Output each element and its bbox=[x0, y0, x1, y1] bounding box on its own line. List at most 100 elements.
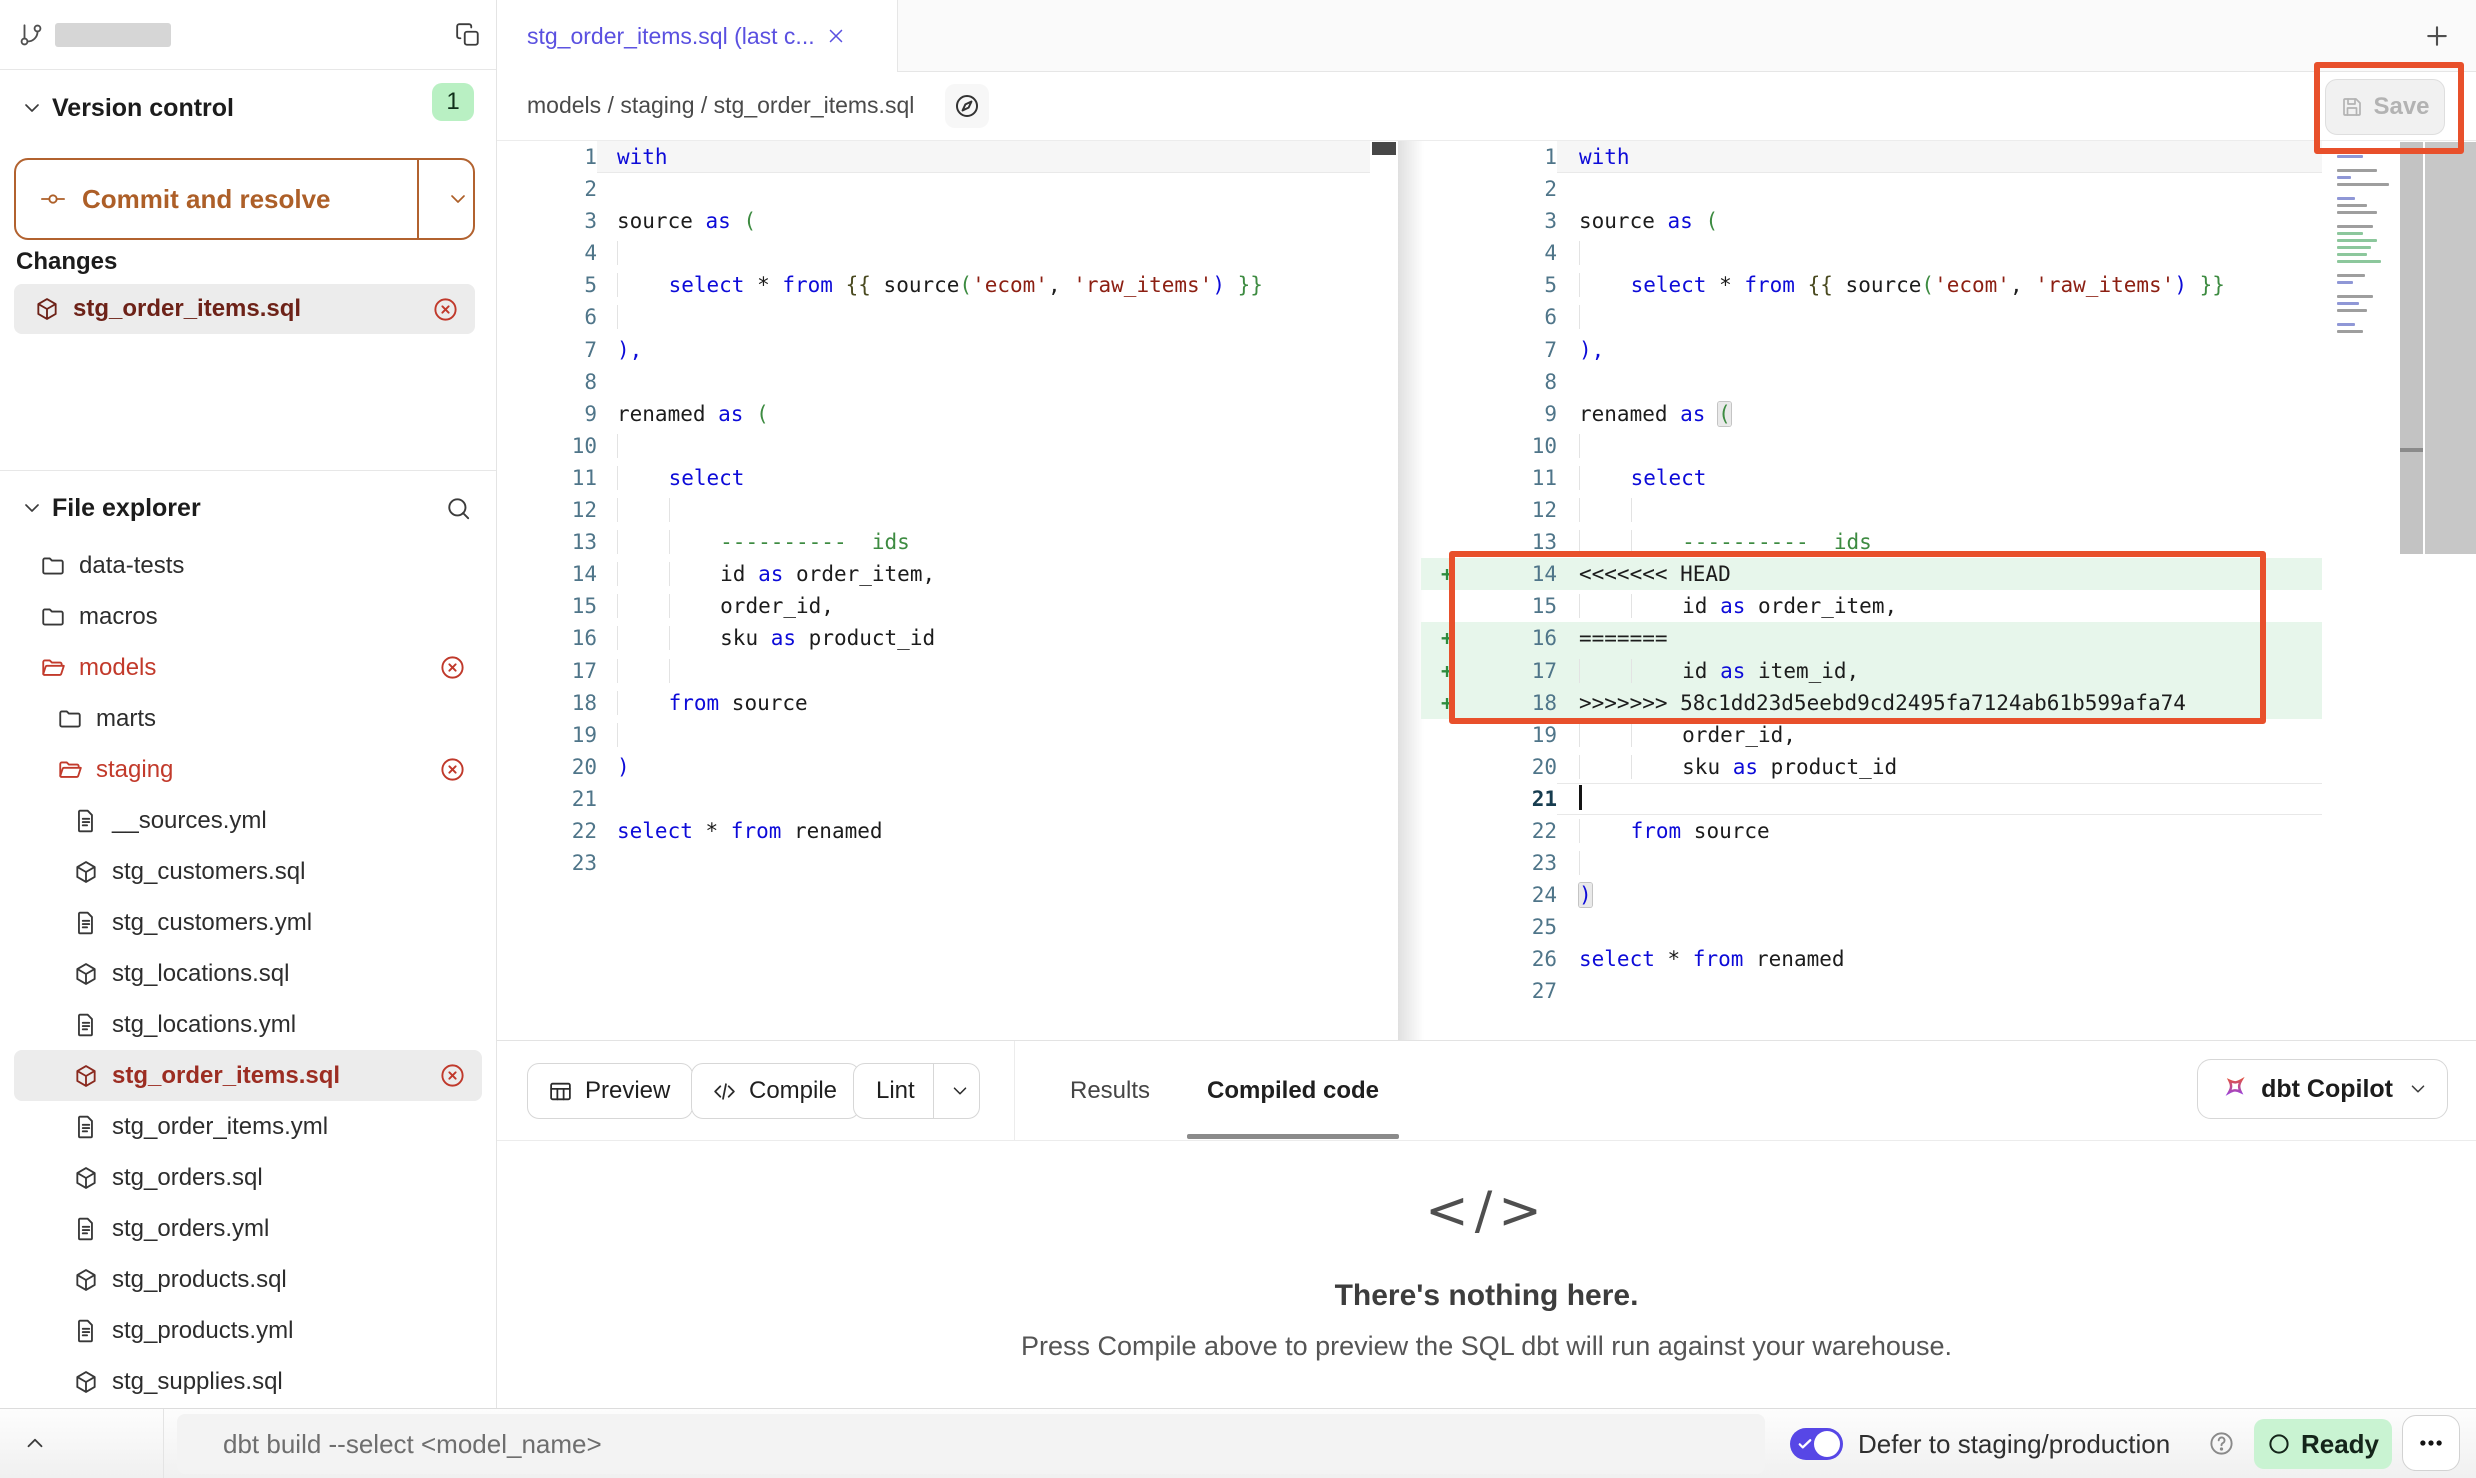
code-line-8[interactable]: 8 bbox=[1421, 366, 2322, 398]
version-control-header[interactable]: Version control 1 bbox=[0, 86, 496, 130]
file-tree-item-stg_customers.sql[interactable]: stg_customers.sql bbox=[14, 846, 482, 897]
file-tree-item-models[interactable]: models bbox=[14, 642, 482, 693]
code-line-16[interactable]: +16======= bbox=[1421, 622, 2322, 654]
discard-change-icon[interactable] bbox=[432, 296, 459, 323]
code-line-2[interactable]: 2 bbox=[1421, 173, 2322, 205]
scrollbar-thumb[interactable] bbox=[1372, 142, 1396, 155]
code-line-3[interactable]: 3source as ( bbox=[497, 205, 1370, 237]
code-line-26[interactable]: 26select * from renamed bbox=[1421, 943, 2322, 975]
more-options-button[interactable] bbox=[2402, 1415, 2460, 1471]
help-icon[interactable] bbox=[2208, 1430, 2235, 1457]
file-tree-item-stg_products.yml[interactable]: stg_products.yml bbox=[14, 1305, 482, 1356]
file-tree-item-stg_locations.yml[interactable]: stg_locations.yml bbox=[14, 999, 482, 1050]
code-line-11[interactable]: 11 select bbox=[1421, 462, 2322, 494]
dbt-copilot-button[interactable]: dbt Copilot bbox=[2197, 1059, 2448, 1119]
chevron-up-icon[interactable] bbox=[22, 1430, 48, 1456]
code-line-14[interactable]: +14<<<<<<< HEAD bbox=[1421, 558, 2322, 590]
code-line-4[interactable]: 4 bbox=[497, 237, 1370, 269]
code-line-4[interactable]: 4 bbox=[1421, 237, 2322, 269]
file-explorer-header[interactable]: File explorer bbox=[0, 486, 496, 530]
scrollbar-track[interactable] bbox=[2400, 142, 2423, 554]
code-line-24[interactable]: 24) bbox=[1421, 879, 2322, 911]
file-tree-item-staging[interactable]: staging bbox=[14, 744, 482, 795]
code-line-27[interactable]: 27 bbox=[1421, 975, 2322, 1007]
file-tree-item-stg_locations.sql[interactable]: stg_locations.sql bbox=[14, 948, 482, 999]
defer-toggle[interactable] bbox=[1790, 1428, 1843, 1460]
code-line-8[interactable]: 8 bbox=[497, 366, 1370, 398]
save-button[interactable]: Save bbox=[2325, 79, 2445, 135]
tab-stg-order-items[interactable]: stg_order_items.sql (last c... bbox=[497, 0, 898, 72]
code-line-11[interactable]: 11 select bbox=[497, 462, 1370, 494]
discard-change-icon[interactable] bbox=[439, 1062, 466, 1089]
file-tree-item-stg_order_items.sql[interactable]: stg_order_items.sql bbox=[14, 1050, 482, 1101]
code-line-14[interactable]: 14 id as order_item, bbox=[497, 558, 1370, 590]
changed-file-row[interactable]: stg_order_items.sql bbox=[14, 284, 475, 334]
command-input[interactable] bbox=[177, 1414, 1765, 1474]
code-line-13[interactable]: 13 ---------- ids bbox=[497, 526, 1370, 558]
code-line-9[interactable]: 9renamed as ( bbox=[497, 398, 1370, 430]
file-tree-item-stg_products.sql[interactable]: stg_products.sql bbox=[14, 1254, 482, 1305]
lint-options-dropdown[interactable] bbox=[933, 1064, 979, 1118]
code-line-20[interactable]: 20 sku as product_id bbox=[1421, 751, 2322, 783]
file-tree-item-macros[interactable]: macros bbox=[14, 591, 482, 642]
code-line-2[interactable]: 2 bbox=[497, 173, 1370, 205]
code-line-1[interactable]: 1with bbox=[497, 141, 1370, 173]
code-line-1[interactable]: 1with bbox=[1421, 141, 2322, 173]
code-line-23[interactable]: 23 bbox=[497, 847, 1370, 879]
code-line-15[interactable]: 15 id as order_item, bbox=[1421, 590, 2322, 622]
commit-and-resolve-button[interactable]: Commit and resolve bbox=[14, 158, 475, 240]
chevron-down-icon[interactable] bbox=[20, 96, 44, 120]
chevron-down-icon[interactable] bbox=[20, 496, 44, 520]
code-line-7[interactable]: 7), bbox=[497, 334, 1370, 366]
file-tree-item-stg_supplies.sql[interactable]: stg_supplies.sql bbox=[14, 1356, 482, 1407]
code-line-12[interactable]: 12 bbox=[1421, 494, 2322, 526]
search-icon[interactable] bbox=[445, 495, 472, 522]
code-line-20[interactable]: 20) bbox=[497, 751, 1370, 783]
code-line-22[interactable]: 22 from source bbox=[1421, 815, 2322, 847]
close-icon[interactable] bbox=[825, 25, 847, 47]
code-line-16[interactable]: 16 sku as product_id bbox=[497, 622, 1370, 654]
lint-button[interactable]: Lint bbox=[853, 1063, 980, 1119]
tab-compiled-code[interactable]: Compiled code bbox=[1187, 1041, 1399, 1141]
code-line-17[interactable]: 17 bbox=[497, 655, 1370, 687]
discard-change-icon[interactable] bbox=[439, 756, 466, 783]
file-tree-item-stg_order_items.yml[interactable]: stg_order_items.yml bbox=[14, 1101, 482, 1152]
commit-options-dropdown[interactable] bbox=[417, 160, 473, 238]
code-line-3[interactable]: 3source as ( bbox=[1421, 205, 2322, 237]
code-line-12[interactable]: 12 bbox=[497, 494, 1370, 526]
code-line-9[interactable]: 9renamed as ( bbox=[1421, 398, 2322, 430]
file-tree-item-stg_customers.yml[interactable]: stg_customers.yml bbox=[14, 897, 482, 948]
code-line-6[interactable]: 6 bbox=[1421, 301, 2322, 333]
code-line-25[interactable]: 25 bbox=[1421, 911, 2322, 943]
file-tree-item-data-tests[interactable]: data-tests bbox=[14, 540, 482, 591]
code-line-10[interactable]: 10 bbox=[497, 430, 1370, 462]
code-line-18[interactable]: +18>>>>>>> 58c1dd23d5eebd9cd2495fa7124ab… bbox=[1421, 687, 2322, 719]
code-line-10[interactable]: 10 bbox=[1421, 430, 2322, 462]
code-line-23[interactable]: 23 bbox=[1421, 847, 2322, 879]
preview-button[interactable]: Preview bbox=[527, 1063, 693, 1119]
window-scrollbar[interactable] bbox=[2425, 142, 2476, 554]
code-line-21[interactable]: 21 bbox=[1421, 783, 2322, 815]
editor-pane-right[interactable]: 1with23source as (4 5 select * from {{ s… bbox=[1421, 141, 2322, 1008]
code-line-5[interactable]: 5 select * from {{ source('ecom', 'raw_i… bbox=[1421, 269, 2322, 301]
code-line-7[interactable]: 7), bbox=[1421, 334, 2322, 366]
code-line-21[interactable]: 21 bbox=[497, 783, 1370, 815]
code-line-22[interactable]: 22select * from renamed bbox=[497, 815, 1370, 847]
code-line-19[interactable]: 19 order_id, bbox=[1421, 719, 2322, 751]
new-tab-plus-icon[interactable] bbox=[2422, 21, 2452, 51]
copy-icon[interactable] bbox=[455, 22, 481, 48]
file-tree-item-__sources.yml[interactable]: __sources.yml bbox=[14, 795, 482, 846]
discard-change-icon[interactable] bbox=[439, 654, 466, 681]
code-line-18[interactable]: 18 from source bbox=[497, 687, 1370, 719]
tab-results[interactable]: Results bbox=[1045, 1041, 1175, 1141]
compile-button[interactable]: Compile bbox=[691, 1063, 860, 1119]
lineage-compass-button[interactable] bbox=[945, 84, 989, 128]
code-line-19[interactable]: 19 bbox=[497, 719, 1370, 751]
code-line-13[interactable]: 13 ---------- ids bbox=[1421, 526, 2322, 558]
editor-pane-left[interactable]: 1with23source as (4 5 select * from {{ s… bbox=[497, 141, 1370, 879]
code-line-17[interactable]: +17 id as item_id, bbox=[1421, 655, 2322, 687]
file-tree-item-stg_orders.yml[interactable]: stg_orders.yml bbox=[14, 1203, 482, 1254]
code-line-6[interactable]: 6 bbox=[497, 301, 1370, 333]
code-line-15[interactable]: 15 order_id, bbox=[497, 590, 1370, 622]
file-tree-item-stg_orders.sql[interactable]: stg_orders.sql bbox=[14, 1152, 482, 1203]
